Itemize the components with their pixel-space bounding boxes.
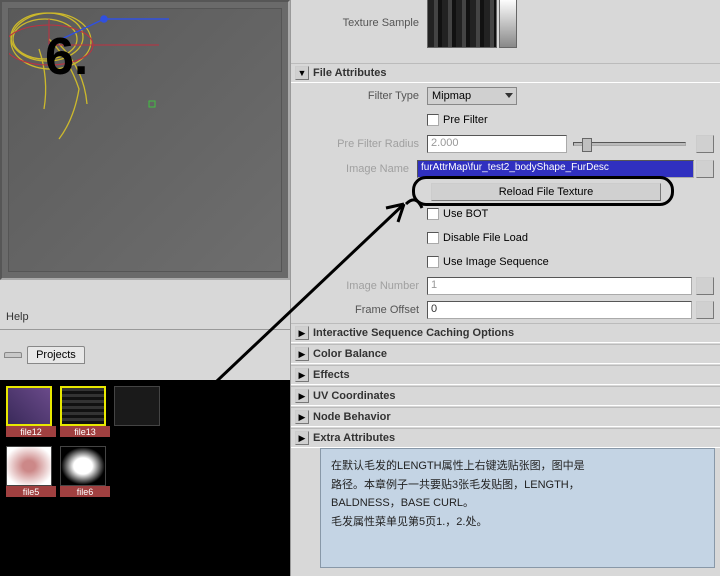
viewport-3d[interactable]: 6. (0, 0, 290, 280)
texture-sample-swatch[interactable] (427, 0, 497, 48)
thumbnail-file5[interactable]: file5 (6, 446, 56, 502)
expand-icon: ▶ (295, 389, 309, 403)
section-uv-coordinates[interactable]: ▶UV Coordinates (291, 386, 720, 406)
tab-row: Projects (0, 344, 290, 366)
collapse-icon: ▼ (295, 66, 309, 80)
section-interactive-sequence-caching[interactable]: ▶Interactive Sequence Caching Options (291, 323, 720, 343)
pre-filter-label: Pre Filter (443, 114, 488, 126)
expand-icon: ▶ (295, 368, 309, 382)
disable-file-load-checkbox[interactable] (427, 232, 439, 244)
section-color-balance[interactable]: ▶Color Balance (291, 344, 720, 364)
expand-icon: ▶ (295, 431, 309, 445)
use-bot-label: Use BOT (443, 208, 488, 220)
tab-blank[interactable] (4, 352, 22, 358)
image-name-input[interactable]: furAttrMap\fur_test2_bodyShape_FurDesc (417, 160, 694, 178)
image-number-input: 1 (427, 277, 692, 295)
annotation-note: 在默认毛发的LENGTH属性上右键选贴张图，图中是 路径。本章例子一共要贴3张毛… (320, 448, 715, 568)
texture-sample-ramp (499, 0, 517, 48)
pre-filter-map-button[interactable] (696, 135, 714, 153)
thumbnail-file6[interactable]: file6 (60, 446, 110, 502)
section-extra-attributes[interactable]: ▶Extra Attributes (291, 428, 720, 448)
filter-type-label: Filter Type (297, 90, 427, 102)
pre-filter-checkbox[interactable] (427, 114, 439, 126)
expand-icon: ▶ (295, 410, 309, 424)
thumbnail-browser: file12 file13 file5 file6 (0, 380, 290, 576)
use-image-sequence-checkbox[interactable] (427, 256, 439, 268)
menu-help[interactable]: Help (6, 311, 29, 323)
section-effects[interactable]: ▶Effects (291, 365, 720, 385)
use-image-sequence-label: Use Image Sequence (443, 256, 549, 268)
thumbnail-file13[interactable]: file13 (60, 386, 110, 442)
section-node-behavior[interactable]: ▶Node Behavior (291, 407, 720, 427)
browse-folder-button[interactable] (696, 160, 714, 178)
thumbnail-file12[interactable]: file12 (6, 386, 56, 442)
image-number-label: Image Number (297, 280, 427, 292)
frame-offset-map-button[interactable] (696, 301, 714, 319)
frame-offset-input[interactable]: 0 (427, 301, 692, 319)
expand-icon: ▶ (295, 347, 309, 361)
menu-bar: Help (0, 308, 290, 330)
pre-filter-radius-slider[interactable] (573, 142, 686, 146)
filter-type-dropdown[interactable]: Mipmap (427, 87, 517, 105)
pre-filter-radius-label: Pre Filter Radius (297, 138, 427, 150)
image-name-label: Image Name (297, 163, 417, 175)
reload-file-texture-button[interactable]: Reload File Texture (431, 183, 661, 201)
image-number-map-button[interactable] (696, 277, 714, 295)
use-bot-checkbox[interactable] (427, 208, 439, 220)
expand-icon: ▶ (295, 326, 309, 340)
section-file-attributes[interactable]: ▼ File Attributes (291, 63, 720, 83)
texture-sample-label: Texture Sample (297, 17, 427, 29)
pre-filter-radius-input: 2.000 (427, 135, 567, 153)
annotation-number-6: 6. (45, 27, 88, 87)
disable-file-load-label: Disable File Load (443, 232, 528, 244)
thumbnail-blank[interactable] (114, 386, 164, 442)
tab-projects[interactable]: Projects (27, 346, 85, 364)
frame-offset-label: Frame Offset (297, 304, 427, 316)
